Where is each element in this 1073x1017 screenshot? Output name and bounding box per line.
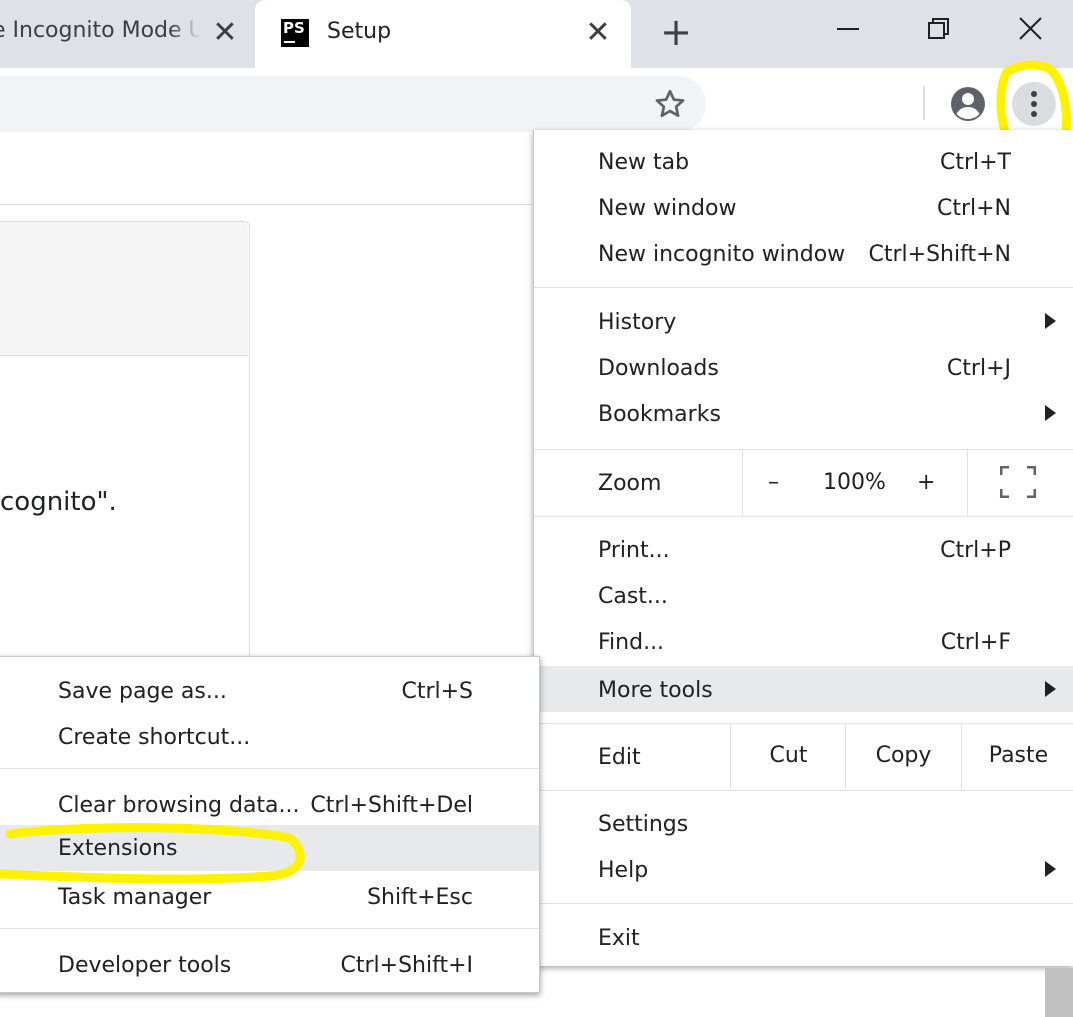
menu-separator <box>534 287 1073 288</box>
zoom-out-button[interactable]: – <box>768 470 779 495</box>
tab-incognito-mode[interactable]: e Incognito Mode U ✕ <box>0 0 255 68</box>
minimize-icon <box>837 28 859 30</box>
highlighter-mark <box>0 823 305 884</box>
menu-item-history[interactable]: History <box>534 301 1073 347</box>
menu-item-cast[interactable]: Cast... <box>534 575 1073 621</box>
submenu-item-save-page-as[interactable]: Save page as... Ctrl+S <box>0 668 539 714</box>
menu-item-print[interactable]: Print... Ctrl+P <box>534 529 1073 575</box>
page-divider <box>0 204 532 205</box>
close-icon <box>1019 17 1042 40</box>
new-tab-button[interactable]: + <box>660 13 692 51</box>
zoom-in-button[interactable]: + <box>917 470 935 495</box>
copy-button[interactable]: Copy <box>845 724 961 790</box>
menu-separator <box>534 516 1073 517</box>
submenu-separator <box>0 768 539 769</box>
submenu-arrow-icon <box>1045 313 1056 329</box>
address-bar[interactable] <box>0 76 706 132</box>
profile-button[interactable] <box>948 84 988 124</box>
zoom-control: – 100% + <box>742 450 968 516</box>
cut-button[interactable]: Cut <box>730 724 846 790</box>
menu-item-new-incognito-window[interactable]: New incognito window Ctrl+Shift+N <box>534 233 1073 279</box>
edit-label: Edit <box>598 745 641 770</box>
scrollbar-thumb[interactable] <box>1045 968 1073 1017</box>
submenu-arrow-icon <box>1045 681 1056 697</box>
page-text: cognito". <box>0 487 117 517</box>
profile-icon <box>951 87 985 121</box>
window-close-button[interactable] <box>1010 14 1050 44</box>
star-icon <box>655 89 685 118</box>
submenu-item-create-shortcut[interactable]: Create shortcut... <box>0 714 539 760</box>
zoom-level: 100% <box>823 470 886 495</box>
paste-button[interactable]: Paste <box>961 724 1073 790</box>
fullscreen-icon[interactable] <box>1000 466 1036 498</box>
content-card-header <box>0 222 248 356</box>
submenu-item-developer-tools[interactable]: Developer tools Ctrl+Shift+I <box>0 942 539 988</box>
menu-item-new-window[interactable]: New window Ctrl+N <box>534 187 1073 233</box>
menu-item-new-tab[interactable]: New tab Ctrl+T <box>534 141 1073 187</box>
menu-item-find[interactable]: Find... Ctrl+F <box>534 621 1073 667</box>
submenu-arrow-icon <box>1045 861 1056 877</box>
menu-item-bookmarks[interactable]: Bookmarks <box>534 393 1073 439</box>
submenu-separator <box>0 928 539 929</box>
menu-separator <box>534 790 1073 791</box>
menu-item-downloads[interactable]: Downloads Ctrl+J <box>534 347 1073 393</box>
tab-title: e Incognito Mode U <box>0 18 200 43</box>
restore-button[interactable] <box>918 14 958 44</box>
toolbar-separator <box>923 86 925 120</box>
menu-zoom-row: Zoom – 100% + <box>534 450 1073 516</box>
close-icon[interactable]: ✕ <box>210 18 240 48</box>
close-icon[interactable]: ✕ <box>583 18 613 48</box>
menu-item-more-tools[interactable]: More tools <box>534 666 1073 712</box>
menu-item-settings[interactable]: Settings <box>534 803 1073 849</box>
tab-setup[interactable]: PS Setup ✕ <box>255 0 631 68</box>
zoom-label: Zoom <box>598 471 662 496</box>
menu-item-exit[interactable]: Exit <box>534 917 1073 963</box>
chrome-main-menu: New tab Ctrl+T New window Ctrl+N New inc… <box>533 130 1073 966</box>
restore-icon <box>928 18 949 39</box>
menu-edit-row: Edit Cut Copy Paste <box>534 724 1073 790</box>
pycharm-favicon-icon: PS <box>281 19 309 47</box>
tab-title: Setup <box>327 19 392 44</box>
submenu-arrow-icon <box>1045 405 1056 421</box>
minimize-button[interactable] <box>828 14 868 44</box>
bookmark-star-button[interactable] <box>652 86 688 122</box>
menu-separator <box>534 903 1073 904</box>
menu-item-help[interactable]: Help <box>534 849 1073 895</box>
